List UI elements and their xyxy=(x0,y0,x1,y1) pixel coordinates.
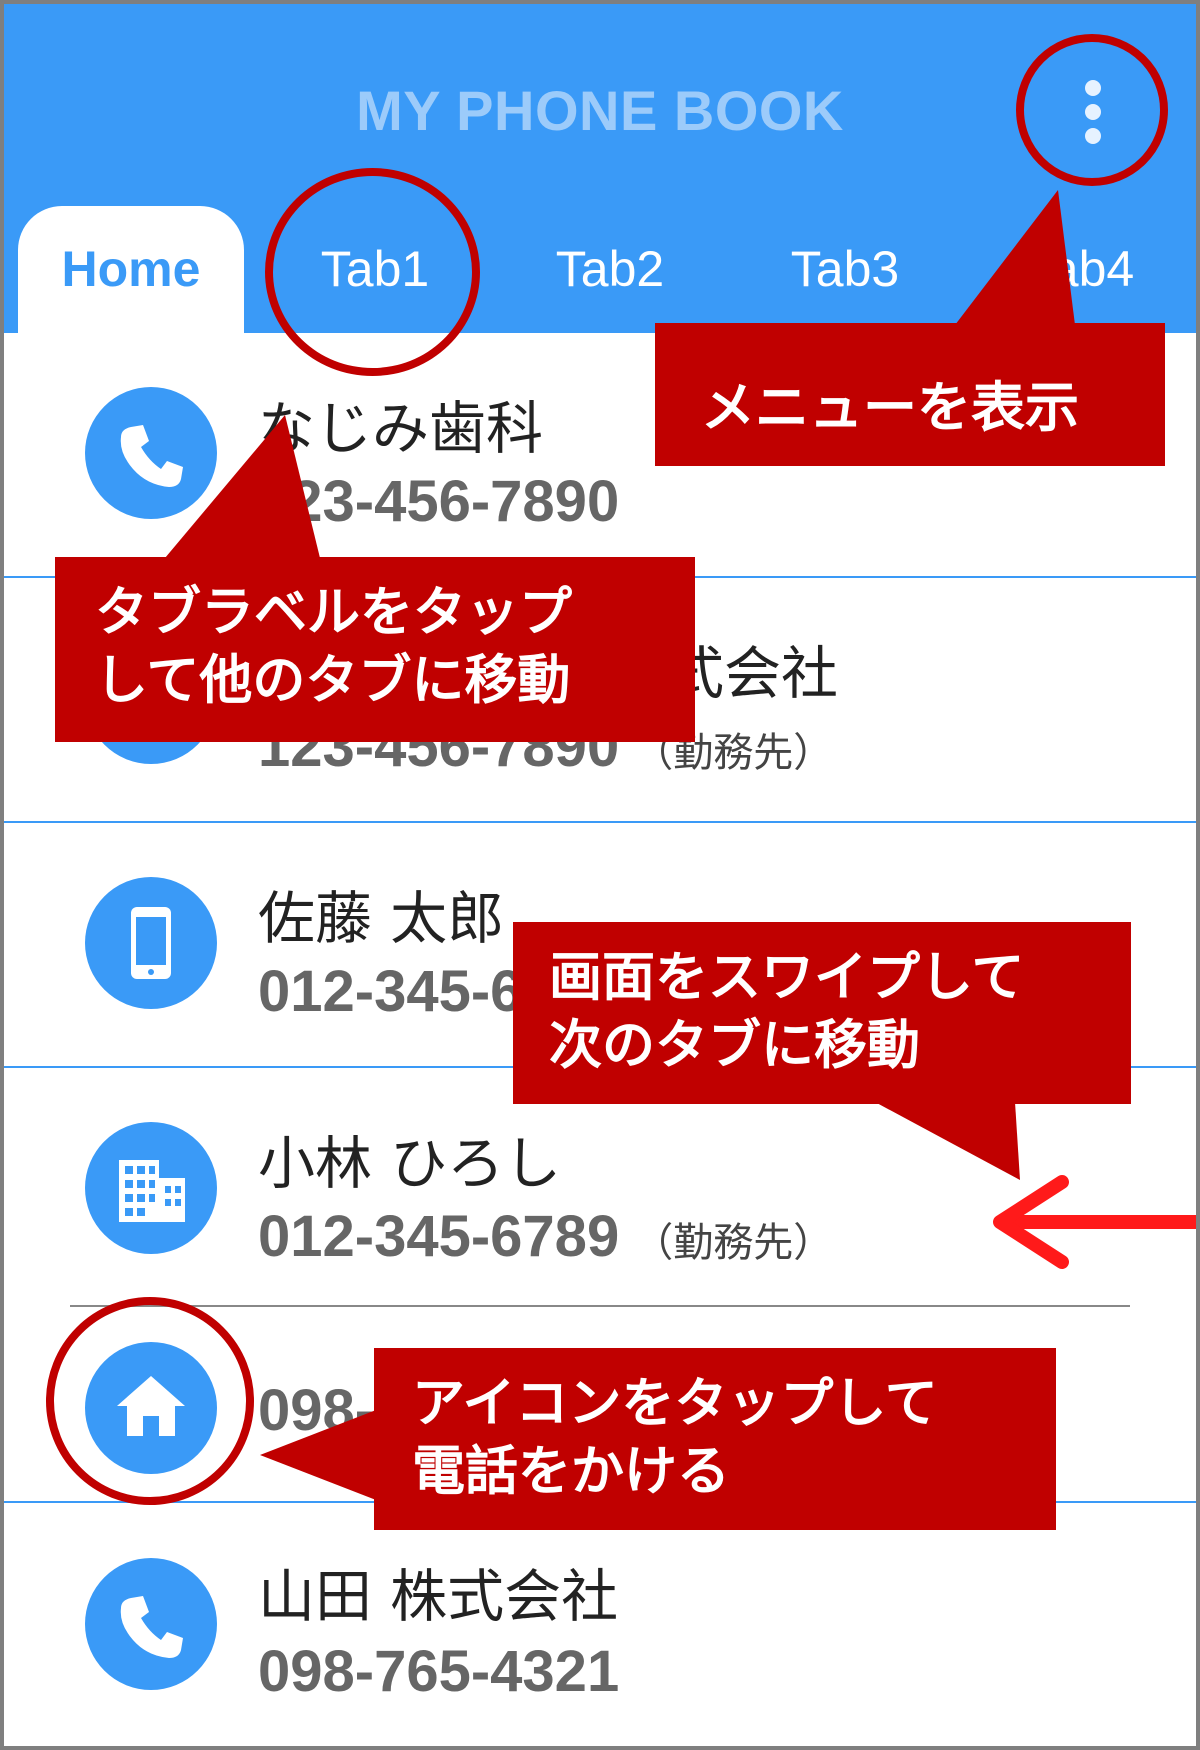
call-button[interactable] xyxy=(85,1122,217,1254)
list-item[interactable]: 山田 株式会社 098-765-4321 xyxy=(0,1503,1200,1748)
contact-phone: 123-456-7890 xyxy=(258,469,620,534)
phone-icon xyxy=(120,425,183,487)
call-button[interactable] xyxy=(85,1342,217,1474)
call-button[interactable] xyxy=(85,387,217,519)
overflow-menu-button[interactable] xyxy=(1064,72,1124,152)
contact-name: なじみ歯科 xyxy=(258,396,543,462)
smartphone-icon xyxy=(131,907,171,979)
phone-icon xyxy=(120,1596,183,1658)
app-bar: MY PHONE BOOK Home Tab1 Tab2 Tab3 Tab4 xyxy=(0,0,1200,333)
call-button[interactable] xyxy=(85,877,217,1009)
contact-name: 小林 ひろし xyxy=(258,1131,562,1197)
tab-3[interactable]: Tab3 xyxy=(740,206,950,333)
more-vert-icon xyxy=(1085,80,1101,96)
annotation-tab-tap: タブラベルをタップ して他のタブに移動 xyxy=(55,557,695,742)
contact-phone: 098-765-4321 xyxy=(258,1639,620,1704)
home-icon xyxy=(117,1376,185,1436)
annotation-menu: メニューを表示 xyxy=(655,323,1165,466)
app-title: MY PHONE BOOK xyxy=(356,79,844,142)
tab-1[interactable]: Tab1 xyxy=(270,206,480,333)
tab-2[interactable]: Tab2 xyxy=(505,206,715,333)
call-button[interactable] xyxy=(85,1558,217,1690)
annotation-swipe: 画面をスワイプして 次のタブに移動 xyxy=(513,922,1131,1104)
list-item[interactable]: 小林 ひろし 012-345-6789 （勤務先） xyxy=(0,1068,1200,1313)
tab-4[interactable]: Tab4 xyxy=(975,206,1185,333)
office-building-icon xyxy=(119,1160,185,1222)
contact-name: 山田 株式会社 xyxy=(258,1564,619,1630)
contact-name: 佐藤 太郎 xyxy=(258,886,505,952)
tab-home[interactable]: Home xyxy=(18,206,244,333)
contact-phone: 012-345-6789 （勤務先） xyxy=(258,1204,834,1269)
annotation-icon-tap: アイコンをタップして 電話をかける xyxy=(374,1348,1056,1530)
